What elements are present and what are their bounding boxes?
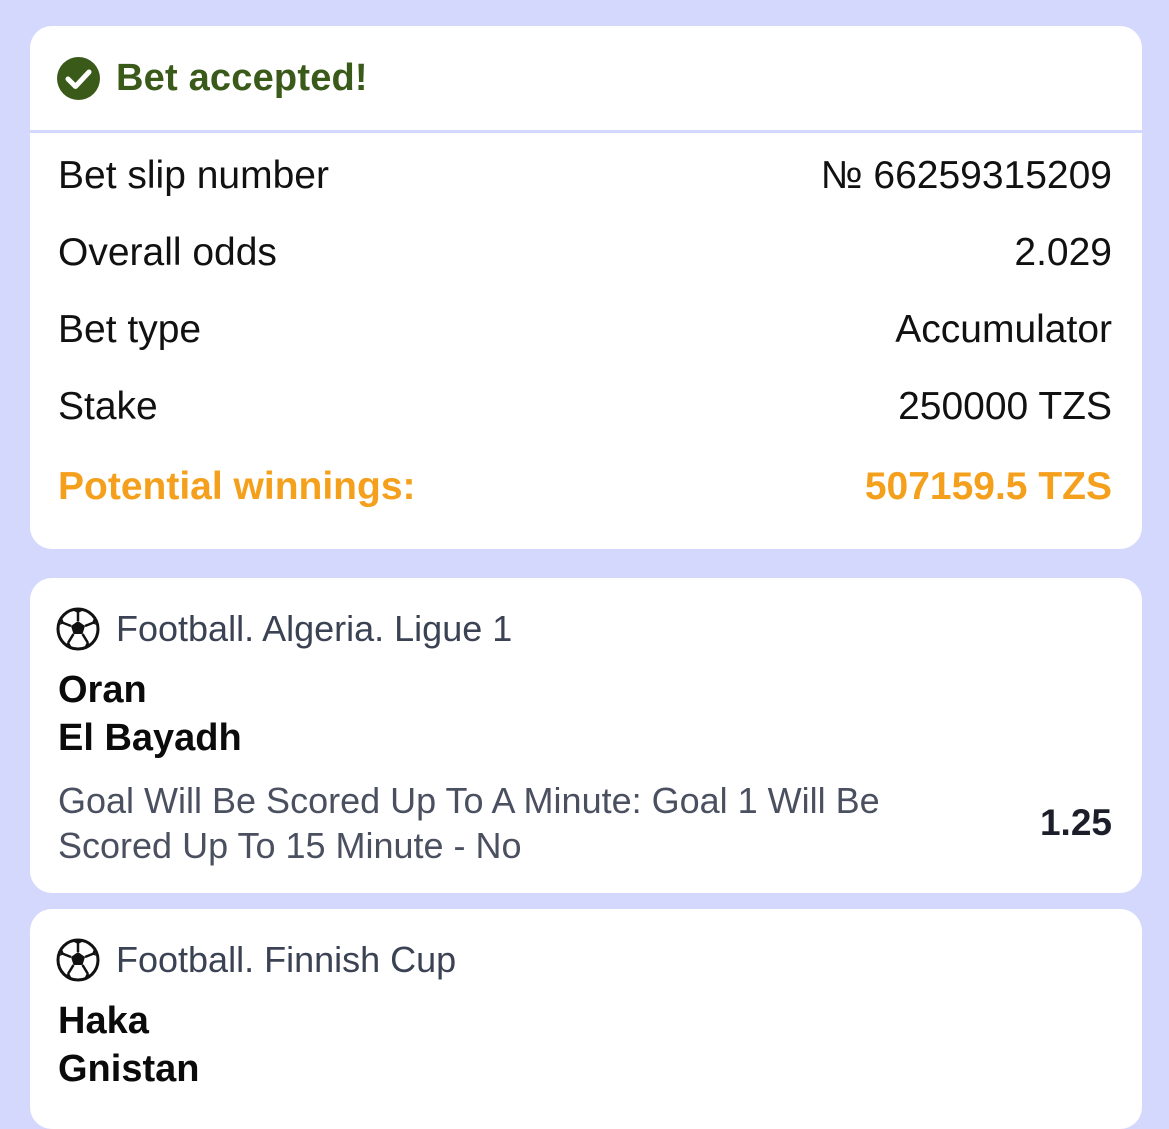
market-row: Goal Will Be Scored Up To A Minute: Goal… bbox=[56, 778, 1112, 868]
potential-winnings-row: Potential winnings: 507159.5 TZS bbox=[58, 445, 1112, 529]
team-away: Gnistan bbox=[58, 1048, 200, 1090]
potential-winnings-value: 507159.5 TZS bbox=[864, 465, 1112, 508]
stake-value: 250000 TZS bbox=[898, 384, 1112, 428]
event-league-name: Football. Algeria. Ligue 1 bbox=[116, 608, 513, 649]
bet-slip-number-row: Bet slip number № 66259315209 bbox=[58, 137, 1112, 214]
potential-winnings-label: Potential winnings: bbox=[58, 465, 416, 508]
bet-type-value: Accumulator bbox=[895, 307, 1112, 351]
event-teams: Oran El Bayadh bbox=[56, 666, 1112, 762]
market-description: Goal Will Be Scored Up To A Minute: Goal… bbox=[58, 780, 880, 866]
market-odds: 1.25 bbox=[1039, 802, 1112, 843]
overall-odds-row: Overall odds 2.029 bbox=[58, 214, 1112, 291]
event-teams: Haka Gnistan bbox=[56, 997, 1112, 1093]
stake-row: Stake 250000 TZS bbox=[58, 368, 1112, 445]
bet-details: Bet slip number № 66259315209 Overall od… bbox=[30, 137, 1142, 529]
event-league-row: Football. Algeria. Ligue 1 bbox=[56, 606, 1112, 652]
bet-accepted-title: Bet accepted! bbox=[116, 56, 368, 99]
event-card[interactable]: Football. Finnish Cup Haka Gnistan bbox=[30, 909, 1142, 1129]
overall-odds-label: Overall odds bbox=[58, 230, 277, 274]
football-icon bbox=[56, 607, 100, 651]
event-league-name: Football. Finnish Cup bbox=[116, 939, 457, 980]
football-icon bbox=[56, 938, 100, 982]
team-home: Oran bbox=[58, 669, 147, 711]
bet-slip-number-label: Bet slip number bbox=[58, 153, 329, 197]
bet-accepted-header: Bet accepted! bbox=[30, 26, 1142, 133]
event-league-row: Football. Finnish Cup bbox=[56, 937, 1112, 983]
bet-type-row: Bet type Accumulator bbox=[58, 291, 1112, 368]
event-card[interactable]: Football. Algeria. Ligue 1 Oran El Bayad… bbox=[30, 578, 1142, 893]
bet-summary-card: Bet accepted! Bet slip number № 66259315… bbox=[30, 26, 1142, 549]
overall-odds-value: 2.029 bbox=[1014, 230, 1112, 274]
stake-label: Stake bbox=[58, 384, 158, 428]
team-home: Haka bbox=[58, 1000, 149, 1042]
team-away: El Bayadh bbox=[58, 717, 242, 759]
check-circle-icon bbox=[57, 56, 100, 100]
bet-slip-number-value: № 66259315209 bbox=[820, 153, 1112, 197]
bet-type-label: Bet type bbox=[58, 307, 202, 351]
